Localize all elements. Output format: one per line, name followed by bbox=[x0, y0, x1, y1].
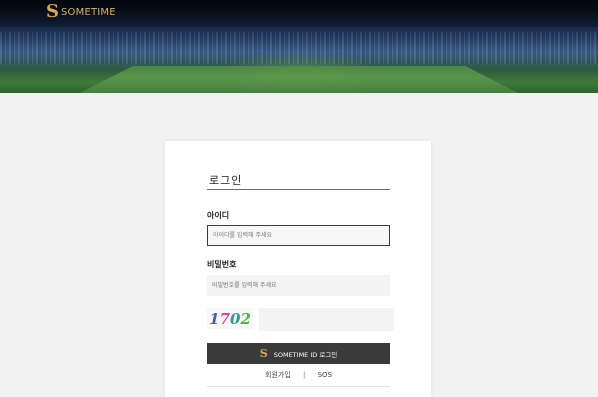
site-logo[interactable]: S SOMETIME bbox=[46, 3, 116, 21]
sometime-logo-icon: S bbox=[259, 347, 268, 360]
captcha-char: 2 bbox=[240, 309, 251, 328]
password-label: 비밀번호 bbox=[207, 260, 237, 269]
id-label: 아이디 bbox=[207, 211, 230, 220]
login-button-label: SOMETIME ID 로그인 bbox=[273, 350, 338, 359]
captcha-image: 1 7 0 2 bbox=[207, 308, 253, 329]
logo-text: SOMETIME bbox=[61, 6, 116, 18]
login-button[interactable]: S SOMETIME ID 로그인 bbox=[207, 343, 390, 364]
logo-mark-icon: S bbox=[46, 1, 59, 22]
captcha-char: 0 bbox=[230, 309, 241, 328]
bottom-divider bbox=[207, 386, 390, 387]
login-title: 로그인 bbox=[209, 174, 243, 187]
stadium-banner: S SOMETIME bbox=[0, 0, 598, 93]
login-card: 로그인 아이디 비밀번호 1 7 0 2 S SOMETIME ID 로그인 회… bbox=[165, 141, 431, 397]
link-separator: | bbox=[303, 371, 306, 379]
auth-links: 회원가입 | SOS bbox=[207, 370, 390, 380]
title-divider bbox=[207, 189, 390, 190]
captcha-char: 1 bbox=[209, 309, 220, 328]
captcha-char: 7 bbox=[219, 309, 230, 328]
captcha-input[interactable] bbox=[259, 308, 394, 331]
sos-link[interactable]: SOS bbox=[318, 371, 332, 379]
stadium-crowd bbox=[0, 32, 598, 64]
password-input[interactable] bbox=[207, 275, 390, 296]
signup-link[interactable]: 회원가입 bbox=[265, 371, 291, 379]
stadium-field bbox=[80, 66, 518, 93]
id-input[interactable] bbox=[207, 225, 390, 246]
